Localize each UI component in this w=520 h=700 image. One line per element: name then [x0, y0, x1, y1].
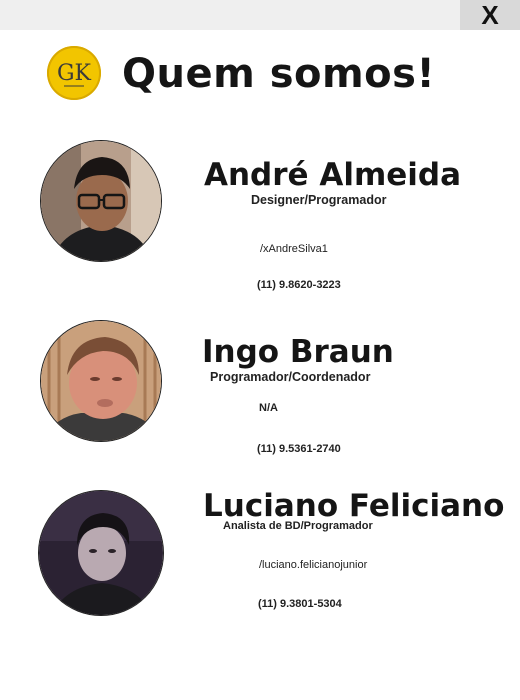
member-phone: (11) 9.3801-5304 — [258, 598, 342, 610]
close-button[interactable]: X — [460, 0, 520, 30]
avatar-luciano — [38, 490, 164, 616]
avatar-andre — [40, 140, 162, 262]
member-role: Programador/Coordenador — [210, 370, 371, 384]
page-title: Quem somos! — [122, 51, 436, 97]
member-name: André Almeida — [204, 157, 462, 193]
member-social-link[interactable]: /xAndreSilva1 — [260, 242, 328, 256]
member-name: Ingo Braun — [202, 334, 394, 370]
member-role: Analista de BD/Programador — [223, 520, 373, 532]
member-phone: (11) 9.5361-2740 — [257, 443, 341, 455]
member-social-link[interactable]: N/A — [259, 401, 278, 415]
gk-logo: GK — [47, 46, 101, 100]
svg-text:GK: GK — [57, 61, 92, 86]
member-phone: (11) 9.8620-3223 — [257, 279, 341, 291]
member-social-link[interactable]: /luciano.felicianojunior — [259, 558, 367, 572]
avatar-ingo — [40, 320, 162, 442]
title-bar — [0, 0, 520, 30]
member-role: Designer/Programador — [251, 193, 387, 207]
